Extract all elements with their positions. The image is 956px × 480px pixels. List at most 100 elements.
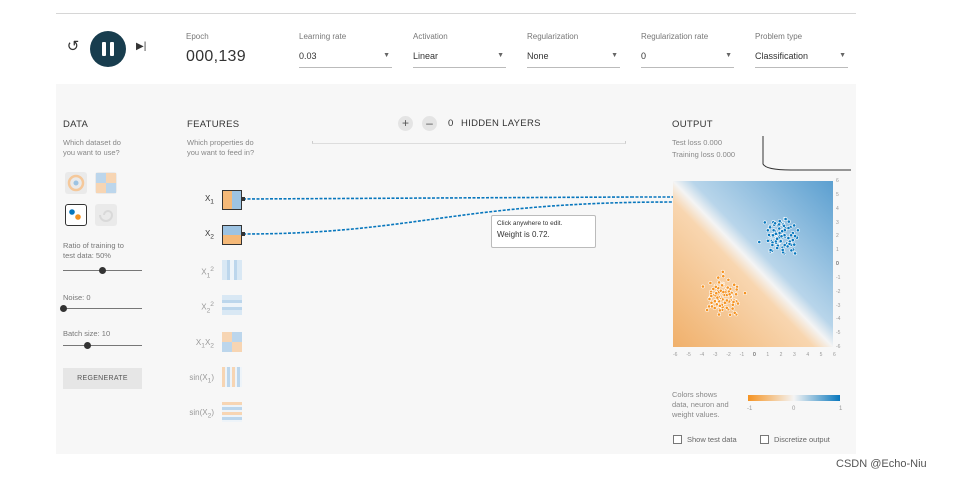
- legend-text-line: data, neuron and: [672, 400, 729, 409]
- scatter-point: [792, 223, 797, 228]
- regularization-rate-label: Regularization rate: [641, 32, 709, 41]
- control-bar: ↺ ▶| Epoch 000,139 Learning rate 0.03 ▼ A…: [56, 14, 856, 84]
- scatter-point: [767, 233, 771, 237]
- y-tick-label: 1: [836, 247, 839, 254]
- loss-chart: [762, 136, 851, 171]
- show-test-data-checkbox[interactable]: [673, 435, 682, 444]
- weight-line-x2[interactable]: [242, 201, 674, 235]
- x-tick-label: -5: [686, 352, 691, 358]
- problem-type-select[interactable]: Classification ▼: [755, 51, 848, 68]
- scatter-point: [779, 234, 784, 239]
- y-tick-label: 2: [836, 233, 839, 240]
- chevron-down-icon: ▼: [383, 52, 390, 59]
- weight-line-x1[interactable]: [242, 196, 632, 200]
- scatter-point: [717, 312, 721, 317]
- x-tick-label: 6: [833, 352, 836, 358]
- legend-text-line: Colors shows: [672, 390, 718, 399]
- x-axis-ticks: -6 -5 -4 -3 -2 -1 0 1 2 3 4 5 6: [670, 352, 840, 360]
- discretize-output-checkbox[interactable]: [760, 435, 769, 444]
- scatter-point: [718, 303, 722, 308]
- learning-rate-label: Learning rate: [299, 32, 347, 41]
- watermark: CSDN @Echo-Niu: [836, 458, 927, 470]
- regularization-select[interactable]: None ▼: [527, 51, 620, 68]
- learning-rate-control: Learning rate 0.03 ▼: [299, 32, 392, 68]
- scatter-point: [727, 292, 732, 297]
- regularization-rate-select[interactable]: 0 ▼: [641, 51, 734, 68]
- scatter-point: [785, 244, 790, 249]
- scatter-point: [766, 238, 770, 243]
- scatter-point: [707, 297, 712, 301]
- scatter-point: [793, 251, 798, 256]
- scatter-point: [713, 299, 717, 304]
- color-legend-bar: [748, 395, 840, 401]
- scatter-point: [715, 295, 720, 300]
- show-test-data-label: Show test data: [687, 435, 737, 444]
- problem-type-label: Problem type: [755, 32, 803, 41]
- problem-type-control: Problem type Classification ▼: [755, 32, 848, 68]
- y-tick-label: 4: [836, 205, 839, 212]
- scatter-point: [732, 310, 737, 315]
- scatter-point: [771, 233, 775, 238]
- scatter-point: [712, 306, 717, 310]
- scatter-point: [720, 283, 725, 288]
- scatter-point: [757, 240, 762, 244]
- scatter-point: [789, 248, 794, 253]
- scatter-point: [725, 298, 729, 303]
- reset-icon[interactable]: ↺: [65, 39, 81, 55]
- weight-tooltip: Click anywhere to edit. Weight is 0.72.: [491, 215, 596, 248]
- scatter-point: [730, 306, 735, 311]
- scatter-point: [778, 239, 783, 244]
- scatter-point: [726, 277, 731, 282]
- scatter-point: [736, 301, 740, 306]
- scatter-point: [716, 275, 721, 280]
- main-panel: DATA Which dataset do you want to use? R…: [56, 84, 856, 454]
- chevron-down-icon: ▼: [839, 52, 846, 59]
- output-title: OUTPUT: [672, 119, 713, 130]
- chevron-down-icon: ▼: [611, 52, 618, 59]
- x-tick-label: 4: [806, 352, 810, 358]
- activation-select[interactable]: Linear ▼: [413, 51, 506, 68]
- scatter-point: [732, 282, 737, 287]
- chevron-down-icon: ▼: [497, 52, 504, 59]
- scatter-point: [768, 248, 773, 253]
- scatter-point: [789, 233, 794, 238]
- regularization-label: Regularization: [527, 32, 579, 41]
- step-icon[interactable]: ▶|: [136, 39, 150, 55]
- loss-curve: [762, 136, 851, 171]
- scatter-point: [724, 305, 729, 310]
- scatter-point: [718, 308, 722, 313]
- scatter-point: [721, 290, 726, 295]
- scatter-point: [734, 287, 739, 292]
- scatter-point: [765, 228, 770, 233]
- scatter-point: [793, 234, 798, 239]
- scatter-point: [786, 219, 791, 224]
- legend-mid: 0: [792, 406, 796, 412]
- pause-icon-bar-left: [102, 42, 106, 56]
- learning-rate-select[interactable]: 0.03 ▼: [299, 51, 392, 68]
- activation-label: Activation: [413, 32, 448, 41]
- y-tick-label: -2: [836, 288, 841, 295]
- epoch-label: Epoch: [186, 32, 209, 41]
- scatter-point: [783, 217, 788, 221]
- x-tick-label: -6: [673, 352, 678, 358]
- scatter-point: [777, 226, 782, 231]
- y-axis-ticks: 6 5 4 3 2 1 0 -1 -2 -3 -4 -5 -6: [836, 178, 848, 350]
- scatter-point: [782, 223, 786, 228]
- scatter-point: [762, 220, 767, 225]
- discretize-output-label: Discretize output: [774, 435, 830, 444]
- pause-button[interactable]: [90, 31, 126, 67]
- x-tick-label: 1: [766, 352, 770, 358]
- y-tick-label: -4: [836, 316, 841, 323]
- chevron-down-icon: ▼: [725, 52, 732, 59]
- regularization-rate-control: Regularization rate 0 ▼: [641, 32, 734, 68]
- training-loss: Training loss 0.000: [672, 150, 736, 159]
- y-tick-label: 0: [836, 261, 839, 267]
- legend-min: -1: [747, 406, 753, 412]
- scatter-point: [731, 300, 736, 304]
- scatter-point: [728, 312, 733, 317]
- x-tick-label: 5: [819, 352, 823, 358]
- output-heatmap: [673, 181, 833, 347]
- regularization-control: Regularization None ▼: [527, 32, 620, 68]
- scatter-point: [713, 284, 718, 289]
- scatter-point: [700, 284, 705, 289]
